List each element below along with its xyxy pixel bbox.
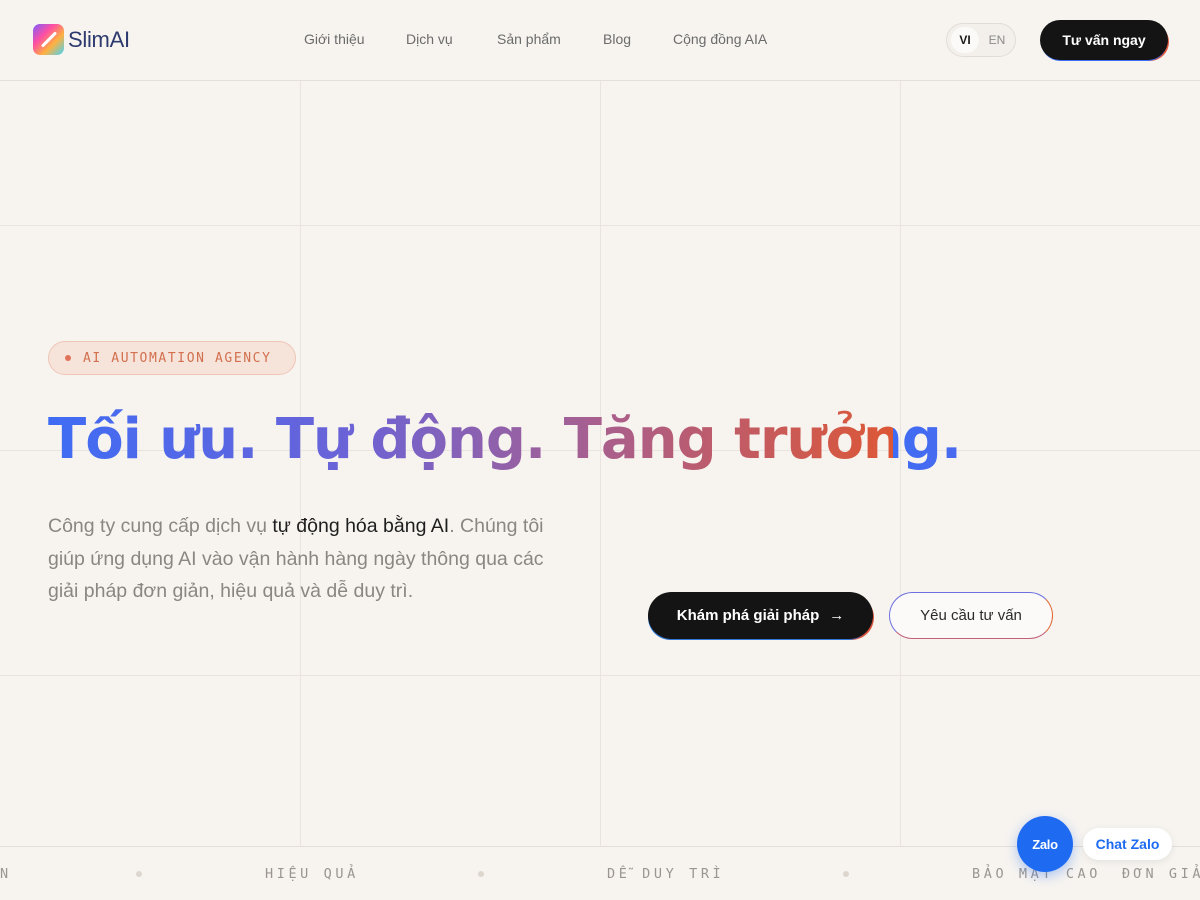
nav-item-blog[interactable]: Blog <box>603 31 631 47</box>
nav-item-gioi-thieu[interactable]: Giới thiệu <box>304 31 365 47</box>
marquee-item: DỄ DUY TRÌ <box>607 866 725 882</box>
lang-en-button[interactable]: EN <box>983 27 1011 53</box>
grid-line <box>0 675 1200 676</box>
hero-headline-text: Tối ưu. Tự động. Tăng trưởng. <box>48 407 962 472</box>
badge-dot-icon <box>65 355 71 361</box>
chat-zalo-button[interactable]: Chat Zalo <box>1083 828 1172 860</box>
marquee-dot-icon <box>136 871 142 877</box>
nav-item-cong-dong-aia[interactable]: Cộng đồng AIA <box>673 31 767 47</box>
marquee-dot-icon <box>843 871 849 877</box>
hero-headline: Tối ưu. Tự động. Tăng trưởng. <box>48 402 962 478</box>
arrow-right-icon: → <box>829 607 845 624</box>
marquee-item: ĐƠN GIẢ <box>1122 866 1200 882</box>
explore-solutions-button[interactable]: Khám phá giải pháp → <box>648 592 873 639</box>
lang-vi-button[interactable]: VI <box>951 27 979 53</box>
request-consult-button[interactable]: Yêu cầu tư vấn <box>889 592 1053 639</box>
nav-item-dich-vu[interactable]: Dịch vụ <box>406 31 453 47</box>
explore-solutions-label: Khám phá giải pháp <box>676 607 820 624</box>
language-switcher: VI EN <box>946 23 1016 57</box>
desc-text: Công ty cung cấp dịch vụ <box>48 515 273 537</box>
main-nav: Giới thiệu Dịch vụ Sản phẩm Blog Cộng đồ… <box>0 31 1200 51</box>
header-consult-button[interactable]: Tư vấn ngay <box>1040 20 1168 60</box>
marquee-item: N <box>0 866 12 882</box>
marquee-dot-icon <box>478 871 484 877</box>
marquee-item: HIỆU QUẢ <box>265 866 359 882</box>
desc-highlight: tự động hóa bằng AI <box>272 515 450 537</box>
nav-item-san-pham[interactable]: Sản phẩm <box>497 31 561 47</box>
hero-description: Công ty cung cấp dịch vụ tự động hóa bằn… <box>48 510 568 608</box>
site-header: SlimAI Giới thiệu Dịch vụ Sản phẩm Blog … <box>0 0 1200 81</box>
grid-line <box>0 225 1200 226</box>
zalo-icon[interactable]: Zalo <box>1017 816 1073 872</box>
badge-text: AI AUTOMATION AGENCY <box>83 350 272 366</box>
hero-badge: AI AUTOMATION AGENCY <box>48 341 296 375</box>
